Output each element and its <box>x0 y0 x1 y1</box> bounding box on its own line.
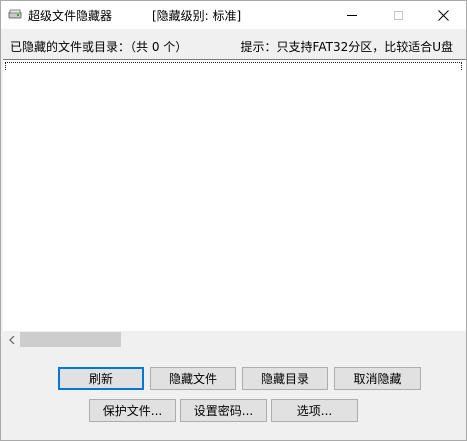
maximize-icon <box>393 10 403 20</box>
hide-level-label: [隐藏级别: 标准] <box>152 9 242 23</box>
protect-file-button[interactable]: 保护文件... <box>89 399 176 422</box>
app-drive-icon <box>8 8 22 20</box>
maximize-button <box>375 1 421 29</box>
unhide-button[interactable]: 取消隐藏 <box>334 367 421 390</box>
horizontal-scrollbar[interactable] <box>3 331 466 348</box>
close-icon <box>437 9 449 21</box>
options-button[interactable]: 选项... <box>271 399 358 422</box>
scrollbar-thumb[interactable] <box>20 332 121 347</box>
close-button[interactable] <box>420 1 466 29</box>
hide-file-button[interactable]: 隐藏文件 <box>150 367 236 390</box>
minimize-icon <box>347 14 357 16</box>
hide-directory-button[interactable]: 隐藏目录 <box>242 367 328 390</box>
button-panel: 刷新 隐藏文件 隐藏目录 取消隐藏 保护文件... 设置密码... 选项... <box>1 348 466 440</box>
set-password-button[interactable]: 设置密码... <box>180 399 267 422</box>
scroll-left-arrow-icon[interactable] <box>3 331 20 348</box>
window-title: 超级文件隐藏器 <box>28 9 113 23</box>
info-bar: 已隐藏的文件或目录：（共 0 个） 提示：只支持FAT32分区，比较适合U盘 <box>1 29 466 59</box>
fat32-hint-label: 提示：只支持FAT32分区，比较适合U盘 <box>240 40 453 54</box>
list-focus-rect <box>5 62 462 70</box>
refresh-button[interactable]: 刷新 <box>58 367 144 390</box>
hidden-count-label: 已隐藏的文件或目录：（共 0 个） <box>10 40 188 54</box>
title-bar[interactable]: 超级文件隐藏器 [隐藏级别: 标准] <box>1 1 466 29</box>
hidden-items-list[interactable] <box>3 59 466 347</box>
minimize-button[interactable] <box>329 1 375 29</box>
main-window: 超级文件隐藏器 [隐藏级别: 标准] 已隐藏的文件或目录：（共 0 个） 提示：… <box>0 0 467 441</box>
